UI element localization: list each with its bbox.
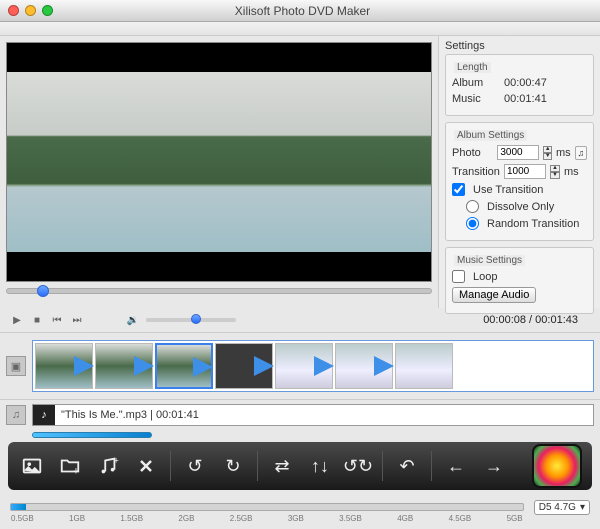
add-folder-button[interactable]: + bbox=[56, 452, 84, 480]
audio-clip[interactable]: ♪ "This Is Me.".mp3 | 00:01:41 bbox=[32, 404, 594, 426]
window-title: Xilisoft Photo DVD Maker bbox=[53, 4, 552, 18]
main-toolbar: + + ↺ ↻ ⇄ ↑↓ ↺↻ ↶ ← → bbox=[8, 442, 592, 490]
transition-icon bbox=[134, 356, 154, 376]
transition-icon bbox=[314, 356, 334, 376]
thumb-4[interactable] bbox=[215, 343, 273, 389]
music-settings-title: Music Settings bbox=[454, 255, 525, 266]
random-transition-label: Random Transition bbox=[487, 218, 579, 230]
random-transition-radio[interactable] bbox=[466, 217, 479, 230]
manage-audio-button[interactable]: Manage Audio bbox=[452, 287, 536, 303]
titlebar: Xilisoft Photo DVD Maker bbox=[0, 0, 600, 22]
thumb-7[interactable] bbox=[395, 343, 453, 389]
undo-button[interactable]: ↶ bbox=[393, 452, 421, 480]
album-length-label: Album bbox=[452, 77, 500, 89]
audio-progress bbox=[32, 432, 152, 438]
audio-file-icon: ♪ bbox=[33, 405, 55, 425]
music-length-label: Music bbox=[452, 93, 500, 105]
transition-icon bbox=[193, 357, 213, 377]
svg-text:+: + bbox=[73, 465, 79, 477]
audio-tab-icon[interactable]: ♫ bbox=[6, 405, 26, 425]
music-note-icon[interactable]: ♫ bbox=[575, 146, 587, 160]
prev-button[interactable]: ⏮ bbox=[50, 313, 64, 327]
settings-heading: Settings bbox=[445, 40, 594, 52]
photo-duration-label: Photo bbox=[452, 147, 493, 159]
disc-type-select[interactable]: D5 4.7G ▾ bbox=[534, 500, 590, 515]
close-icon[interactable] bbox=[8, 5, 19, 16]
rotate-right-button[interactable]: ↻ bbox=[219, 452, 247, 480]
music-length-value: 00:01:41 bbox=[504, 93, 547, 105]
mute-icon[interactable]: 🔉 bbox=[126, 313, 140, 327]
loop-label: Loop bbox=[473, 271, 497, 283]
sync-button[interactable]: ↺↻ bbox=[344, 452, 372, 480]
play-button[interactable]: ▶ bbox=[10, 313, 24, 327]
dissolve-only-radio[interactable] bbox=[466, 200, 479, 213]
length-group-title: Length bbox=[454, 62, 491, 73]
svg-text:+: + bbox=[114, 455, 119, 465]
add-music-button[interactable]: + bbox=[94, 452, 122, 480]
transition-duration-input[interactable] bbox=[504, 164, 546, 179]
next-button[interactable]: ⏭ bbox=[70, 313, 84, 327]
audio-clip-label: "This Is Me.".mp3 | 00:01:41 bbox=[61, 409, 199, 421]
disk-usage-bar: 0.5GB1GB1.5GB2GB2.5GB3GB3.5GB4GB4.5GB5GB bbox=[10, 503, 524, 511]
settings-panel: Settings Length Album 00:00:47 Music 00:… bbox=[438, 36, 600, 308]
menubar bbox=[0, 22, 600, 36]
thumb-1[interactable] bbox=[35, 343, 93, 389]
preview-viewport bbox=[6, 42, 432, 282]
sort-button[interactable]: ↑↓ bbox=[306, 452, 334, 480]
shuffle-button[interactable]: ⇄ bbox=[268, 452, 296, 480]
thumb-3[interactable] bbox=[155, 343, 213, 389]
preview-image bbox=[7, 72, 431, 252]
use-transition-checkbox[interactable] bbox=[452, 183, 465, 196]
seek-slider[interactable] bbox=[6, 288, 432, 294]
disc-type-label: D5 4.7G bbox=[539, 502, 576, 513]
thumb-5[interactable] bbox=[275, 343, 333, 389]
rotate-left-button[interactable]: ↺ bbox=[181, 452, 209, 480]
volume-slider[interactable] bbox=[146, 318, 236, 322]
transition-icon bbox=[74, 356, 94, 376]
delete-button[interactable] bbox=[132, 452, 160, 480]
loop-checkbox[interactable] bbox=[452, 270, 465, 283]
photo-duration-input[interactable] bbox=[497, 145, 539, 160]
transition-icon bbox=[254, 356, 274, 376]
stop-button[interactable]: ■ bbox=[30, 313, 44, 327]
dissolve-only-label: Dissolve Only bbox=[487, 201, 554, 213]
disk-ticks: 0.5GB1GB1.5GB2GB2.5GB3GB3.5GB4GB4.5GB5GB bbox=[11, 514, 523, 523]
use-transition-label: Use Transition bbox=[473, 184, 543, 196]
thumb-6[interactable] bbox=[335, 343, 393, 389]
forward-button[interactable]: → bbox=[480, 452, 508, 480]
window-controls bbox=[8, 5, 53, 16]
transition-duration-label: Transition bbox=[452, 166, 500, 178]
thumb-2[interactable] bbox=[95, 343, 153, 389]
album-settings-title: Album Settings bbox=[454, 130, 527, 141]
transition-stepper[interactable]: ▲▼ bbox=[550, 165, 560, 179]
photos-tab-icon[interactable]: ▣ bbox=[6, 356, 26, 376]
chevron-down-icon: ▾ bbox=[580, 502, 585, 513]
transition-icon bbox=[374, 356, 394, 376]
album-length-value: 00:00:47 bbox=[504, 77, 547, 89]
minimize-icon[interactable] bbox=[25, 5, 36, 16]
thumbnail-strip[interactable] bbox=[32, 340, 594, 392]
photo-stepper[interactable]: ▲▼ bbox=[543, 146, 552, 160]
add-image-button[interactable] bbox=[18, 452, 46, 480]
maximize-icon[interactable] bbox=[42, 5, 53, 16]
photo-unit: ms bbox=[556, 147, 571, 159]
burn-button[interactable] bbox=[532, 444, 582, 488]
timecode: 00:00:08 / 00:01:43 bbox=[483, 314, 590, 326]
transition-unit: ms bbox=[564, 166, 579, 178]
back-button[interactable]: ← bbox=[442, 452, 470, 480]
